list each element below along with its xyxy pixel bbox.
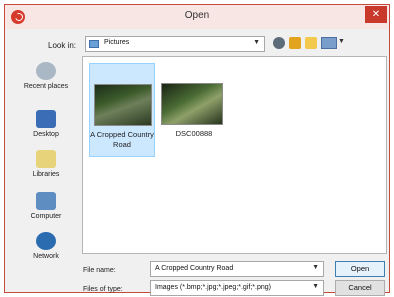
file-name-value: A Cropped Country Road [155, 265, 234, 272]
place-label: Network [33, 253, 59, 260]
chevron-down-icon: ▼ [312, 283, 319, 290]
recent-places-icon [36, 62, 56, 80]
place-label: Libraries [32, 171, 60, 178]
file-type-label: Files of type: [83, 286, 123, 293]
desktop-icon [36, 110, 56, 128]
place-network[interactable]: Network [16, 232, 76, 260]
place-label: Computer [30, 213, 62, 220]
title-bar[interactable]: Open ✕ [5, 5, 389, 29]
file-name-field[interactable]: A Cropped Country Road ▼ [150, 261, 324, 277]
file-name: A Cropped Country Road [90, 130, 154, 149]
open-button[interactable]: Open [335, 261, 385, 277]
chevron-down-icon: ▼ [253, 39, 260, 46]
cancel-button[interactable]: Cancel [335, 280, 385, 296]
file-item[interactable]: A Cropped Country Road [89, 63, 155, 157]
network-icon [36, 232, 56, 250]
views-chevron-icon[interactable]: ▼ [338, 38, 345, 45]
file-item[interactable]: DSC00888 [161, 63, 227, 157]
image-thumbnail [94, 84, 152, 126]
place-libraries[interactable]: Libraries [16, 150, 76, 178]
file-list[interactable]: A Cropped Country Road DSC00888 [82, 56, 387, 254]
folder-icon [89, 40, 99, 48]
close-button[interactable]: ✕ [365, 6, 387, 23]
look-in-dropdown[interactable]: Pictures ▼ [85, 36, 265, 52]
place-label: Desktop [33, 131, 59, 138]
chevron-down-icon[interactable]: ▼ [312, 264, 319, 271]
place-computer[interactable]: Computer [16, 192, 76, 220]
place-desktop[interactable]: Desktop [16, 110, 76, 138]
file-type-value: Images (*.bmp;*.jpg;*.jpeg;*.gif;*.png) [155, 284, 271, 291]
back-icon[interactable] [273, 37, 285, 49]
up-folder-icon[interactable] [289, 37, 301, 49]
image-thumbnail [161, 83, 223, 125]
place-recent-places[interactable]: Recent places [16, 62, 76, 90]
places-bar: Recent places Desktop Libraries Computer… [16, 60, 76, 270]
file-type-select[interactable]: Images (*.bmp;*.jpg;*.jpeg;*.gif;*.png) … [150, 280, 324, 296]
views-menu-icon[interactable] [321, 37, 337, 49]
look-in-label: Look in: [48, 41, 77, 50]
open-dialog: Open ✕ Look in: Pictures ▼ ▼ Recent plac… [4, 4, 390, 296]
libraries-icon [36, 150, 56, 168]
computer-icon [36, 192, 56, 210]
place-label: Recent places [23, 83, 69, 90]
file-name: DSC00888 [175, 129, 213, 138]
file-name-label: File name: [83, 267, 116, 274]
window-title: Open [184, 10, 210, 21]
look-in-value: Pictures [104, 39, 130, 46]
new-folder-icon[interactable] [305, 37, 317, 49]
